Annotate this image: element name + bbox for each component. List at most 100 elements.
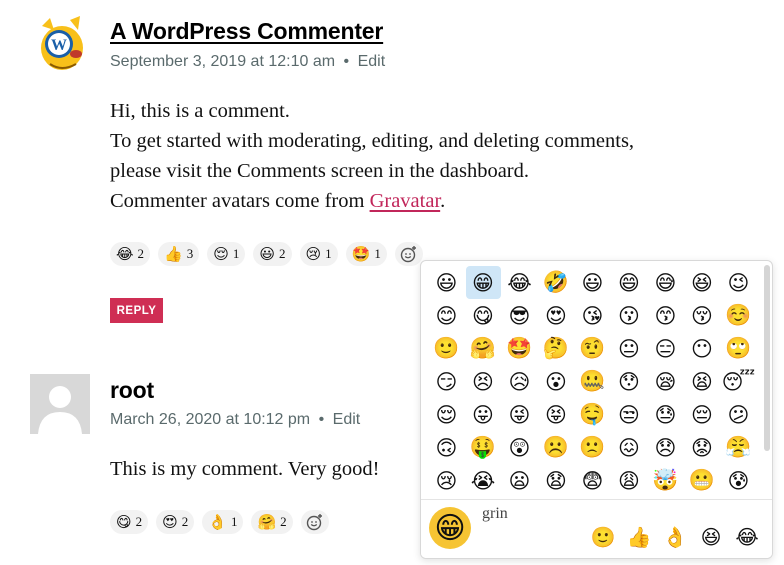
emoji-option[interactable]: 😰	[721, 464, 756, 497]
emoji-option[interactable]: 😃	[575, 266, 610, 299]
emoji-option[interactable]: 😯	[612, 365, 647, 398]
emoji-option[interactable]: 😌	[429, 398, 464, 431]
emoji-preview-name: grin	[482, 505, 508, 522]
emoji-option[interactable]: 😢	[429, 464, 464, 497]
emoji-option[interactable]: 😚	[685, 299, 720, 332]
emoji-option[interactable]: 😞	[648, 431, 683, 464]
emoji-grid-scrollbar[interactable]	[764, 265, 770, 451]
emoji-option[interactable]: 😛	[466, 398, 501, 431]
emoji-option[interactable]: 😁	[465, 266, 501, 299]
recent-emoji-option[interactable]: 👌	[662, 524, 688, 550]
emoji-option[interactable]: 😋	[466, 299, 501, 332]
emoji-option[interactable]: 😄	[612, 266, 647, 299]
emoji-option[interactable]: ☺️	[721, 299, 756, 332]
emoji-option[interactable]: 😨	[575, 464, 610, 497]
reply-button[interactable]: REPLY	[110, 298, 163, 323]
emoji-option[interactable]: 😅	[648, 266, 683, 299]
comment-author-name[interactable]: A WordPress Commenter	[110, 18, 383, 45]
emoji-option[interactable]: 😩	[612, 464, 647, 497]
recent-emoji-option[interactable]: 😂	[734, 524, 760, 550]
emoji-option[interactable]: 😭	[466, 464, 501, 497]
add-reaction-button[interactable]	[394, 242, 423, 266]
reaction-pill[interactable]: 🤗 2	[251, 510, 293, 534]
reaction-count: 2	[280, 514, 287, 529]
emoji-option[interactable]: 😖	[612, 431, 647, 464]
emoji-option[interactable]: 😒	[612, 398, 647, 431]
emoji-option[interactable]: 😬	[685, 464, 720, 497]
reaction-count: 2	[279, 246, 286, 261]
emoji-option[interactable]: 🤣	[539, 266, 574, 299]
emoji-option[interactable]: 🤐	[575, 365, 610, 398]
emoji-option[interactable]: 😘	[575, 299, 610, 332]
emoji-option[interactable]: 🤨	[575, 332, 610, 365]
comment-date-link[interactable]: March 26, 2020 at 10:12 pm	[110, 411, 310, 428]
emoji-option[interactable]: 😉	[721, 266, 756, 299]
emoji-option[interactable]: 😥	[502, 365, 537, 398]
emoji-option[interactable]: 😲	[502, 431, 537, 464]
reaction-count: 1	[374, 246, 381, 261]
emoji-option[interactable]: 😣	[466, 365, 501, 398]
emoji-option[interactable]: 🤩	[502, 332, 537, 365]
reaction-pill[interactable]: 😌 1	[207, 242, 246, 266]
emoji-option[interactable]: 😏	[429, 365, 464, 398]
emoji-option[interactable]: 😟	[685, 431, 720, 464]
emoji-option[interactable]: 🤑	[466, 431, 501, 464]
reaction-pill[interactable]: 😍 2	[156, 510, 195, 534]
reaction-pill[interactable]: 👌 1	[202, 510, 244, 534]
emoji-option[interactable]: 🤗	[466, 332, 501, 365]
emoji-option[interactable]: 🙂	[429, 332, 464, 365]
recent-emoji-option[interactable]: 🙂	[590, 524, 616, 550]
emoji-option[interactable]: 🤯	[648, 464, 683, 497]
emoji-option[interactable]: 😜	[502, 398, 537, 431]
reaction-pill[interactable]: 😃 2	[253, 242, 292, 266]
reaction-pill[interactable]: 😋 2	[110, 510, 149, 534]
recent-emoji-option[interactable]: 😆	[698, 524, 724, 550]
reaction-pill[interactable]: 🤩 1	[345, 242, 387, 266]
reaction-count: 1	[230, 514, 238, 529]
emoji-option[interactable]: 😦	[502, 464, 537, 497]
reaction-pill[interactable]: 👍 3	[158, 242, 200, 266]
emoji-option[interactable]: 😊	[429, 299, 464, 332]
comment-date-link[interactable]: September 3, 2019 at 12:10 am	[110, 53, 335, 70]
emoji-option[interactable]: 😓	[648, 398, 683, 431]
emoji-option[interactable]: 😮	[539, 365, 574, 398]
emoji-option[interactable]: 🙁	[575, 431, 610, 464]
emoji-option[interactable]: 😕	[721, 398, 756, 431]
edit-link[interactable]: Edit	[358, 53, 386, 70]
gravatar-link[interactable]: Gravatar	[370, 190, 441, 212]
emoji-option[interactable]: 😂	[502, 266, 537, 299]
emoji-option[interactable]: 😍	[539, 299, 574, 332]
emoji-option[interactable]: 😗	[612, 299, 647, 332]
edit-link[interactable]: Edit	[333, 411, 361, 428]
emoji-option[interactable]: 😆	[685, 266, 720, 299]
emoji-option[interactable]: 😃	[429, 266, 464, 299]
emoji-option[interactable]: 😶	[685, 332, 720, 365]
emoji-option[interactable]: 😤	[721, 431, 756, 464]
emoji-option[interactable]: 😴	[721, 365, 756, 398]
reaction-pill[interactable]: 😢 1	[299, 242, 338, 266]
thumbs-up-icon: 👍	[164, 244, 183, 263]
emoji-option[interactable]: 🙄	[721, 332, 756, 365]
emoji-option[interactable]: 😝	[539, 398, 574, 431]
emoji-preview-icon: 😁	[429, 507, 471, 549]
reaction-pill[interactable]: 😂 2	[110, 242, 151, 266]
emoji-option[interactable]: 😔	[685, 398, 720, 431]
emoji-option[interactable]: 😪	[648, 365, 683, 398]
author-link[interactable]: A WordPress Commenter	[110, 18, 383, 44]
comment-body: This is my comment. Very good!	[110, 454, 380, 484]
recent-emoji-option[interactable]: 👍	[626, 524, 652, 550]
emoji-option[interactable]: 🤤	[575, 398, 610, 431]
emoji-option[interactable]: 😎	[502, 299, 537, 332]
emoji-option[interactable]: 😑	[648, 332, 683, 365]
emoji-grid: 😃 😁 😂 🤣 😃 😄 😅 😆 😉 😊 😋 😎 😍 😘 😗 😙 😚 ☺️ 🙂 🤗 🤩 🤔 🤨 😐 😑 😶 🙄 😏 😣 😥 😮 🤐 😯 😪 😫 😴 😌 😛 😜…	[429, 266, 759, 497]
emoji-option[interactable]: 🤔	[539, 332, 574, 365]
default-avatar-icon	[30, 374, 90, 434]
emoji-option[interactable]: 🙃	[429, 431, 464, 464]
emoji-option[interactable]: 😙	[648, 299, 683, 332]
emoji-picker: 😃 😁 😂 🤣 😃 😄 😅 😆 😉 😊 😋 😎 😍 😘 😗 😙 😚 ☺️ 🙂 🤗 🤩 🤔 🤨 😐 😑 😶 🙄 😏 😣 😥 😮 🤐 😯 😪 😫 😴 😌 😛 😜…	[420, 260, 773, 559]
emoji-option[interactable]: ☹️	[539, 431, 574, 464]
emoji-option[interactable]: 😐	[612, 332, 647, 365]
emoji-option[interactable]: 😧	[539, 464, 574, 497]
emoji-option[interactable]: 😫	[685, 365, 720, 398]
add-reaction-button[interactable]	[300, 510, 329, 534]
